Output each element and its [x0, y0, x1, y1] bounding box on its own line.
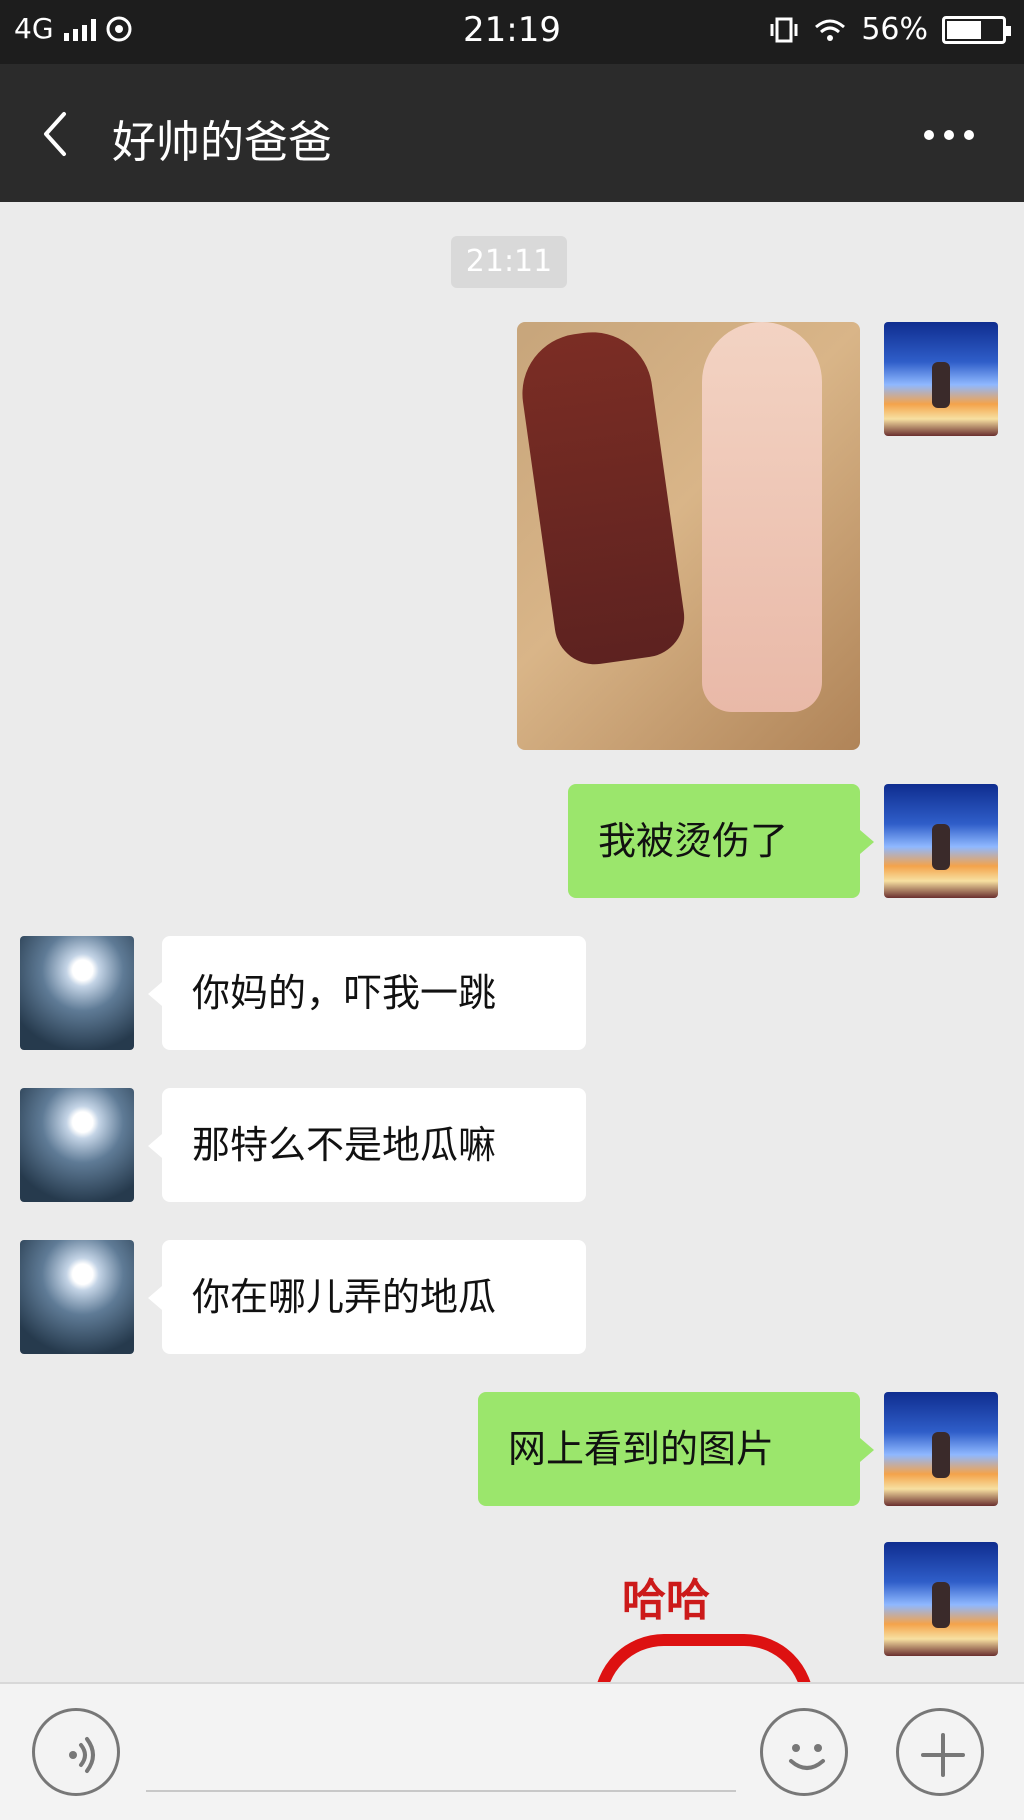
avatar-me[interactable]	[884, 784, 998, 898]
message-text: 你妈的，吓我一跳	[192, 971, 497, 1015]
message-text: 网上看到的图片	[508, 1427, 775, 1471]
sweet-potato-illustration	[517, 324, 690, 670]
avatar-dad[interactable]	[20, 936, 134, 1050]
chat-area[interactable]: 21:11 我被烫伤了 你妈的，吓我一跳 那特么不是地瓜嘛 你在哪儿弄的地瓜 网…	[0, 202, 1024, 1682]
emoji-icon	[789, 1744, 825, 1770]
battery-icon	[942, 15, 1011, 44]
voice-icon	[69, 1737, 95, 1773]
avatar-me[interactable]	[884, 322, 998, 436]
message-bubble-right[interactable]: 我被烫伤了	[568, 784, 874, 898]
back-button[interactable]	[30, 104, 90, 164]
chat-title: 好帅的爸爸	[112, 117, 332, 168]
input-bar	[0, 1682, 1024, 1820]
sticker-shape	[594, 1634, 814, 1682]
status-right: 56%	[769, 12, 1011, 47]
message-bubble-left[interactable]: 你妈的，吓我一跳	[148, 936, 586, 1050]
chevron-left-icon	[44, 112, 66, 156]
message-bubble-left[interactable]: 你在哪儿弄的地瓜	[148, 1240, 586, 1354]
plus-button[interactable]	[896, 1708, 984, 1796]
voice-button[interactable]	[32, 1708, 120, 1796]
vibrate-icon	[770, 17, 798, 42]
sticker-text: 哈哈	[622, 1575, 710, 1626]
plus-icon	[921, 1733, 965, 1777]
message-text: 你在哪儿弄的地瓜	[192, 1275, 497, 1319]
wifi-icon	[815, 19, 846, 41]
more-dot	[944, 130, 954, 140]
avatar-dad[interactable]	[20, 1240, 134, 1354]
avatar-me[interactable]	[884, 1392, 998, 1506]
status-bar: 4G 21:19 56%	[0, 0, 1024, 64]
more-options-button[interactable]	[924, 120, 984, 150]
sticker-message[interactable]: 哈哈	[594, 1564, 814, 1682]
message-text: 那特么不是地瓜嘛	[192, 1123, 497, 1167]
image-message[interactable]	[517, 322, 860, 750]
message-bubble-right[interactable]: 网上看到的图片	[478, 1392, 874, 1506]
more-dot	[924, 130, 934, 140]
message-text: 我被烫伤了	[598, 819, 789, 863]
battery-percent: 56%	[861, 12, 928, 47]
text-input-underline[interactable]	[146, 1790, 736, 1792]
avatar-dad[interactable]	[20, 1088, 134, 1202]
message-bubble-left[interactable]: 那特么不是地瓜嘛	[148, 1088, 586, 1202]
emoji-button[interactable]	[760, 1708, 848, 1796]
leg-illustration	[702, 322, 822, 712]
top-nav-bar: 好帅的爸爸	[0, 64, 1024, 202]
avatar-me[interactable]	[884, 1542, 998, 1656]
more-dot	[964, 130, 974, 140]
chat-timestamp: 21:11	[451, 236, 567, 288]
